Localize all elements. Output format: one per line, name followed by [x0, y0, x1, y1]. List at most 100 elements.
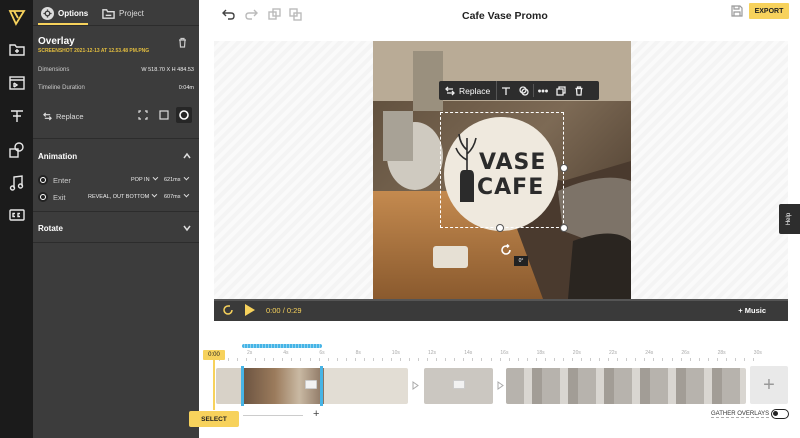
- video-clip-3[interactable]: [506, 368, 746, 404]
- enter-radio[interactable]: [38, 175, 48, 185]
- ruler-tick: [698, 358, 700, 361]
- ruler-tick: [264, 358, 266, 361]
- exit-type-value: REVEAL, OUT BOTTOM: [88, 194, 150, 200]
- rotate-handle-icon[interactable]: [500, 243, 512, 256]
- ruler-tick: [752, 358, 754, 361]
- loop-icon[interactable]: [222, 304, 234, 318]
- resize-handle-corner[interactable]: [560, 224, 568, 232]
- total-time: 0:29: [286, 306, 302, 315]
- enter-duration-select[interactable]: 621ms: [164, 174, 189, 183]
- add-clip-button[interactable]: +: [750, 366, 788, 404]
- exit-radio[interactable]: [38, 192, 48, 202]
- gather-overlays-label: GATHER OVERLAYS: [711, 411, 770, 418]
- delete-overlay-trash-icon[interactable]: [177, 37, 188, 50]
- add-music-button[interactable]: + Music: [738, 306, 766, 315]
- export-button[interactable]: EXPORT: [749, 3, 789, 19]
- music-icon[interactable]: [0, 168, 33, 198]
- select-button[interactable]: SELECT: [189, 411, 239, 427]
- resize-handle-right[interactable]: [560, 164, 568, 172]
- more-options-icon[interactable]: [534, 81, 552, 100]
- text-style-icon[interactable]: [497, 81, 515, 100]
- delete-icon[interactable]: [570, 81, 588, 100]
- enter-type-value: POP IN: [131, 177, 150, 183]
- circle-shape-button[interactable]: [176, 107, 192, 123]
- playhead-time[interactable]: 0:00: [203, 350, 225, 360]
- ruler-tick: [680, 358, 682, 361]
- play-icon: [245, 304, 255, 316]
- ruler-tick: [599, 358, 601, 361]
- undo-icon[interactable]: [220, 6, 236, 22]
- ruler-tick: [354, 358, 356, 361]
- play-button[interactable]: [243, 303, 257, 317]
- ruler-tick: [553, 358, 555, 361]
- tab-project[interactable]: Project: [102, 0, 144, 26]
- timeline-zoom-slider[interactable]: [243, 415, 303, 416]
- caret-down-icon: [183, 174, 189, 181]
- clip-media-icon: [453, 380, 465, 389]
- ruler-tick: [345, 358, 347, 361]
- animation-section-title[interactable]: Animation: [38, 152, 77, 161]
- playhead-line[interactable]: [213, 360, 215, 410]
- options-icon: [41, 6, 54, 20]
- enter-type-select[interactable]: POP IN: [131, 174, 158, 183]
- ruler-tick: [481, 358, 483, 361]
- help-label: Help: [786, 212, 793, 226]
- ctx-replace-button[interactable]: Replace: [439, 81, 498, 100]
- bring-forward-icon[interactable]: [266, 6, 282, 22]
- ruler-tick: [671, 358, 673, 361]
- selected-clip-range[interactable]: [241, 366, 323, 406]
- ctx-replace-label: Replace: [459, 85, 491, 96]
- resize-handle-bottom[interactable]: [496, 224, 504, 232]
- ruler-tick: [427, 358, 429, 361]
- redo-icon[interactable]: [243, 6, 259, 22]
- gather-overlays-toggle[interactable]: [771, 409, 789, 419]
- ruler-tick: [644, 358, 646, 361]
- ruler-tick-label: 2s: [247, 350, 253, 356]
- options-panel: Options Project Overlay SCREENSHOT 2021-…: [33, 0, 199, 438]
- rotation-angle-badge: 0°: [514, 256, 528, 266]
- chevron-up-icon[interactable]: [183, 152, 191, 162]
- ruler-tick: [571, 358, 573, 361]
- ruler-tick-label: 26s: [681, 350, 690, 356]
- ruler-tick: [535, 358, 537, 361]
- effects-icon[interactable]: [515, 81, 533, 100]
- ruler-tick: [725, 358, 727, 361]
- overlay-duration-range[interactable]: [242, 344, 322, 348]
- ruler-tick-label: 14s: [464, 350, 473, 356]
- ruler-tick: [716, 358, 718, 361]
- transition-icon[interactable]: [412, 381, 419, 390]
- text-icon[interactable]: [0, 101, 33, 131]
- templates-icon[interactable]: [0, 68, 33, 98]
- zoom-in-button[interactable]: +: [313, 408, 319, 420]
- ruler-tick: [418, 358, 420, 361]
- save-icon[interactable]: [731, 5, 743, 19]
- media-icon[interactable]: [0, 34, 33, 64]
- timeline-duration-value[interactable]: 0:04m: [179, 85, 194, 91]
- exit-type-select[interactable]: REVEAL, OUT BOTTOM: [88, 191, 158, 200]
- send-backward-icon[interactable]: [287, 6, 303, 22]
- square-shape-button[interactable]: [156, 107, 172, 123]
- subtitles-icon[interactable]: [0, 200, 33, 230]
- project-title[interactable]: Cafe Vase Promo: [462, 10, 548, 22]
- elements-icon[interactable]: [0, 135, 33, 165]
- dimensions-value[interactable]: W 518.70 X H 484.53: [141, 67, 194, 73]
- transition-icon[interactable]: [497, 381, 504, 390]
- rotate-section-title[interactable]: Rotate: [38, 224, 63, 233]
- logo-icon[interactable]: [0, 2, 33, 32]
- duplicate-icon[interactable]: [552, 81, 570, 100]
- ruler-tick-label: 16s: [500, 350, 509, 356]
- help-button[interactable]: Help: [779, 204, 800, 234]
- overlay-selection-box[interactable]: [440, 112, 564, 228]
- animation-exit-row: Exit REVEAL, OUT BOTTOM 607ms: [38, 191, 194, 203]
- exit-duration-select[interactable]: 607ms: [164, 191, 189, 200]
- ruler-tick-label: 18s: [536, 350, 545, 356]
- fullscreen-shape-button[interactable]: [135, 107, 151, 123]
- timeline-ruler[interactable]: 2s 4s 6s 8s 10s 12s 14s 16s 18s 20s 22s 24s 26s 28s 30…: [215, 350, 762, 362]
- project-icon: [102, 7, 115, 20]
- ruler-tick: [562, 358, 564, 361]
- time-separator: /: [282, 306, 285, 315]
- chevron-down-icon[interactable]: [183, 224, 191, 234]
- overlay-context-toolbar: Replace: [439, 81, 599, 100]
- playback-progress-bar[interactable]: [214, 299, 788, 301]
- replace-button[interactable]: Replace: [43, 112, 84, 121]
